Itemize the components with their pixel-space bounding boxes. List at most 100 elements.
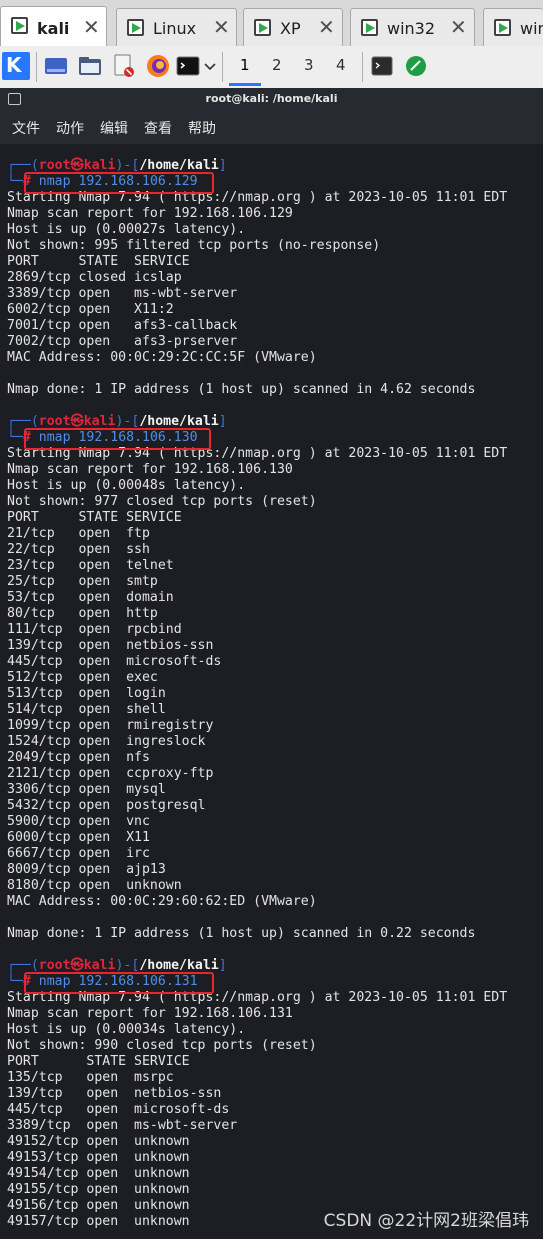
panel-separator <box>36 52 37 82</box>
output-line: 139/tcp open netbios-ssn <box>7 638 214 653</box>
vm-play-icon <box>494 19 511 36</box>
output-line: Host is up (0.00027s latency). <box>7 222 246 237</box>
menu-file[interactable]: 文件 <box>12 118 40 138</box>
prompt-frame: )-[ <box>115 158 140 173</box>
tab-xp[interactable]: XP ✕ <box>243 8 343 46</box>
output-line: 135/tcp open msrpc <box>7 1070 174 1085</box>
firefox-icon[interactable] <box>146 54 170 78</box>
command-highlight-box <box>24 972 214 994</box>
prompt-frame: )-[ <box>115 958 140 973</box>
output-line: Nmap scan report for 192.168.106.131 <box>7 1006 293 1021</box>
prompt-frame: ] <box>218 158 227 173</box>
terminal-window[interactable]: root@kali: /home/kali 文件 动作 编辑 查看 帮助 ┌──… <box>0 88 543 1239</box>
output-line: MAC Address: 00:0C:29:2C:CC:5F (VMware) <box>7 350 317 365</box>
output-line: PORT STATE SERVICE <box>7 510 182 525</box>
output-line: Nmap done: 1 IP address (1 host up) scan… <box>7 382 476 397</box>
output-line: 2869/tcp closed icslap <box>7 270 182 285</box>
kali-top-panel: K 1 2 3 4 <box>0 46 543 89</box>
output-line: 5900/tcp open vnc <box>7 814 150 829</box>
vm-play-icon <box>11 17 28 34</box>
output-line: 49153/tcp open unknown <box>7 1150 190 1165</box>
tab-label: XP <box>280 19 301 38</box>
close-icon[interactable]: ✕ <box>450 16 467 38</box>
output-line: Nmap scan report for 192.168.106.130 <box>7 462 293 477</box>
workspace-3[interactable]: 3 <box>304 56 314 74</box>
terminal-window-icon[interactable] <box>370 54 394 78</box>
workspace-1[interactable]: 1 <box>240 56 250 74</box>
tab-linux[interactable]: Linux ✕ <box>116 8 237 46</box>
output-line: 6000/tcp open X11 <box>7 830 150 845</box>
tab-win[interactable]: win <box>483 8 543 46</box>
output-line: 6002/tcp open X11:2 <box>7 302 174 317</box>
output-line: 513/tcp open login <box>7 686 166 701</box>
watermark: CSDN @22计网2班梁倡玮 <box>323 1211 529 1231</box>
output-line: 139/tcp open netbios-ssn <box>7 1086 222 1101</box>
output-line: 2121/tcp open ccproxy-ftp <box>7 766 214 781</box>
text-editor-icon[interactable] <box>112 54 136 78</box>
output-line: 1524/tcp open ingreslock <box>7 734 206 749</box>
output-line: 514/tcp open shell <box>7 702 166 717</box>
tab-kali[interactable]: kali ✕ <box>0 6 107 46</box>
output-line: 8180/tcp open unknown <box>7 878 182 893</box>
output-line: Not shown: 977 closed tcp ports (reset) <box>7 494 317 509</box>
output-line: 22/tcp open ssh <box>7 542 150 557</box>
menu-action[interactable]: 动作 <box>56 118 84 138</box>
terminal-menubar: 文件 动作 编辑 查看 帮助 <box>0 110 543 144</box>
terminal-launcher-icon[interactable] <box>176 54 200 78</box>
menu-view[interactable]: 查看 <box>144 118 172 138</box>
output-line: 3389/tcp open ms-wbt-server <box>7 286 238 301</box>
tab-win32[interactable]: win32 ✕ <box>350 8 475 46</box>
workspace-4[interactable]: 4 <box>336 56 346 74</box>
prompt-path: /home/kali <box>139 414 219 429</box>
network-icon[interactable] <box>404 54 428 78</box>
output-line: 80/tcp open http <box>7 606 158 621</box>
prompt-user: root㉿kali <box>38 158 116 173</box>
output-line: 23/tcp open telnet <box>7 558 174 573</box>
prompt-frame: ] <box>218 414 227 429</box>
desktop-icon[interactable] <box>44 54 68 78</box>
output-line: 512/tcp open exec <box>7 670 158 685</box>
prompt-frame: ┌──( <box>7 158 39 173</box>
panel-separator <box>362 52 363 82</box>
output-line: 53/tcp open domain <box>7 590 174 605</box>
workspace-2[interactable]: 2 <box>272 56 282 74</box>
prompt-path: /home/kali <box>139 158 219 173</box>
chevron-down-icon[interactable] <box>203 54 217 78</box>
command-highlight-box <box>24 428 211 450</box>
vm-play-icon <box>127 19 144 36</box>
file-manager-icon[interactable] <box>78 54 102 78</box>
menu-help[interactable]: 帮助 <box>188 118 216 138</box>
output-line: PORT STATE SERVICE <box>7 1054 190 1069</box>
output-line: 21/tcp open ftp <box>7 526 150 541</box>
output-line: 49154/tcp open unknown <box>7 1166 190 1181</box>
output-line: Not shown: 995 filtered tcp ports (no-re… <box>7 238 381 253</box>
output-line: Nmap done: 1 IP address (1 host up) scan… <box>7 926 476 941</box>
output-line: 3306/tcp open mysql <box>7 782 166 797</box>
output-line: 49152/tcp open unknown <box>7 1134 190 1149</box>
prompt-frame: ┌──( <box>7 958 39 973</box>
output-line: Host is up (0.00048s latency). <box>7 478 246 493</box>
window-title: root@kali: /home/kali <box>205 92 338 105</box>
close-icon[interactable]: ✕ <box>213 16 230 38</box>
output-line: Not shown: 990 closed tcp ports (reset) <box>7 1038 317 1053</box>
output-line: 49155/tcp open unknown <box>7 1182 190 1197</box>
prompt-frame: └─ <box>7 174 23 189</box>
menu-edit[interactable]: 编辑 <box>100 118 128 138</box>
prompt-frame: └─ <box>7 430 23 445</box>
close-icon[interactable]: ✕ <box>318 16 335 38</box>
tab-label: kali <box>37 19 70 38</box>
terminal-titlebar: root@kali: /home/kali <box>0 88 543 110</box>
output-line: MAC Address: 00:0C:29:60:62:ED (VMware) <box>7 894 317 909</box>
panel-separator <box>222 52 223 82</box>
terminal-output[interactable]: ┌──(root㉿kali)-[/home/kali] └─# nmap 192.… <box>0 158 543 1230</box>
output-line: 7001/tcp open afs3-callback <box>7 318 238 333</box>
output-line: Host is up (0.00034s latency). <box>7 1022 246 1037</box>
kali-menu-icon[interactable]: K <box>2 52 30 80</box>
close-icon[interactable]: ✕ <box>83 16 100 38</box>
prompt-user: root㉿kali <box>38 414 116 429</box>
output-line: 111/tcp open rpcbind <box>7 622 182 637</box>
prompt-path: /home/kali <box>139 958 219 973</box>
